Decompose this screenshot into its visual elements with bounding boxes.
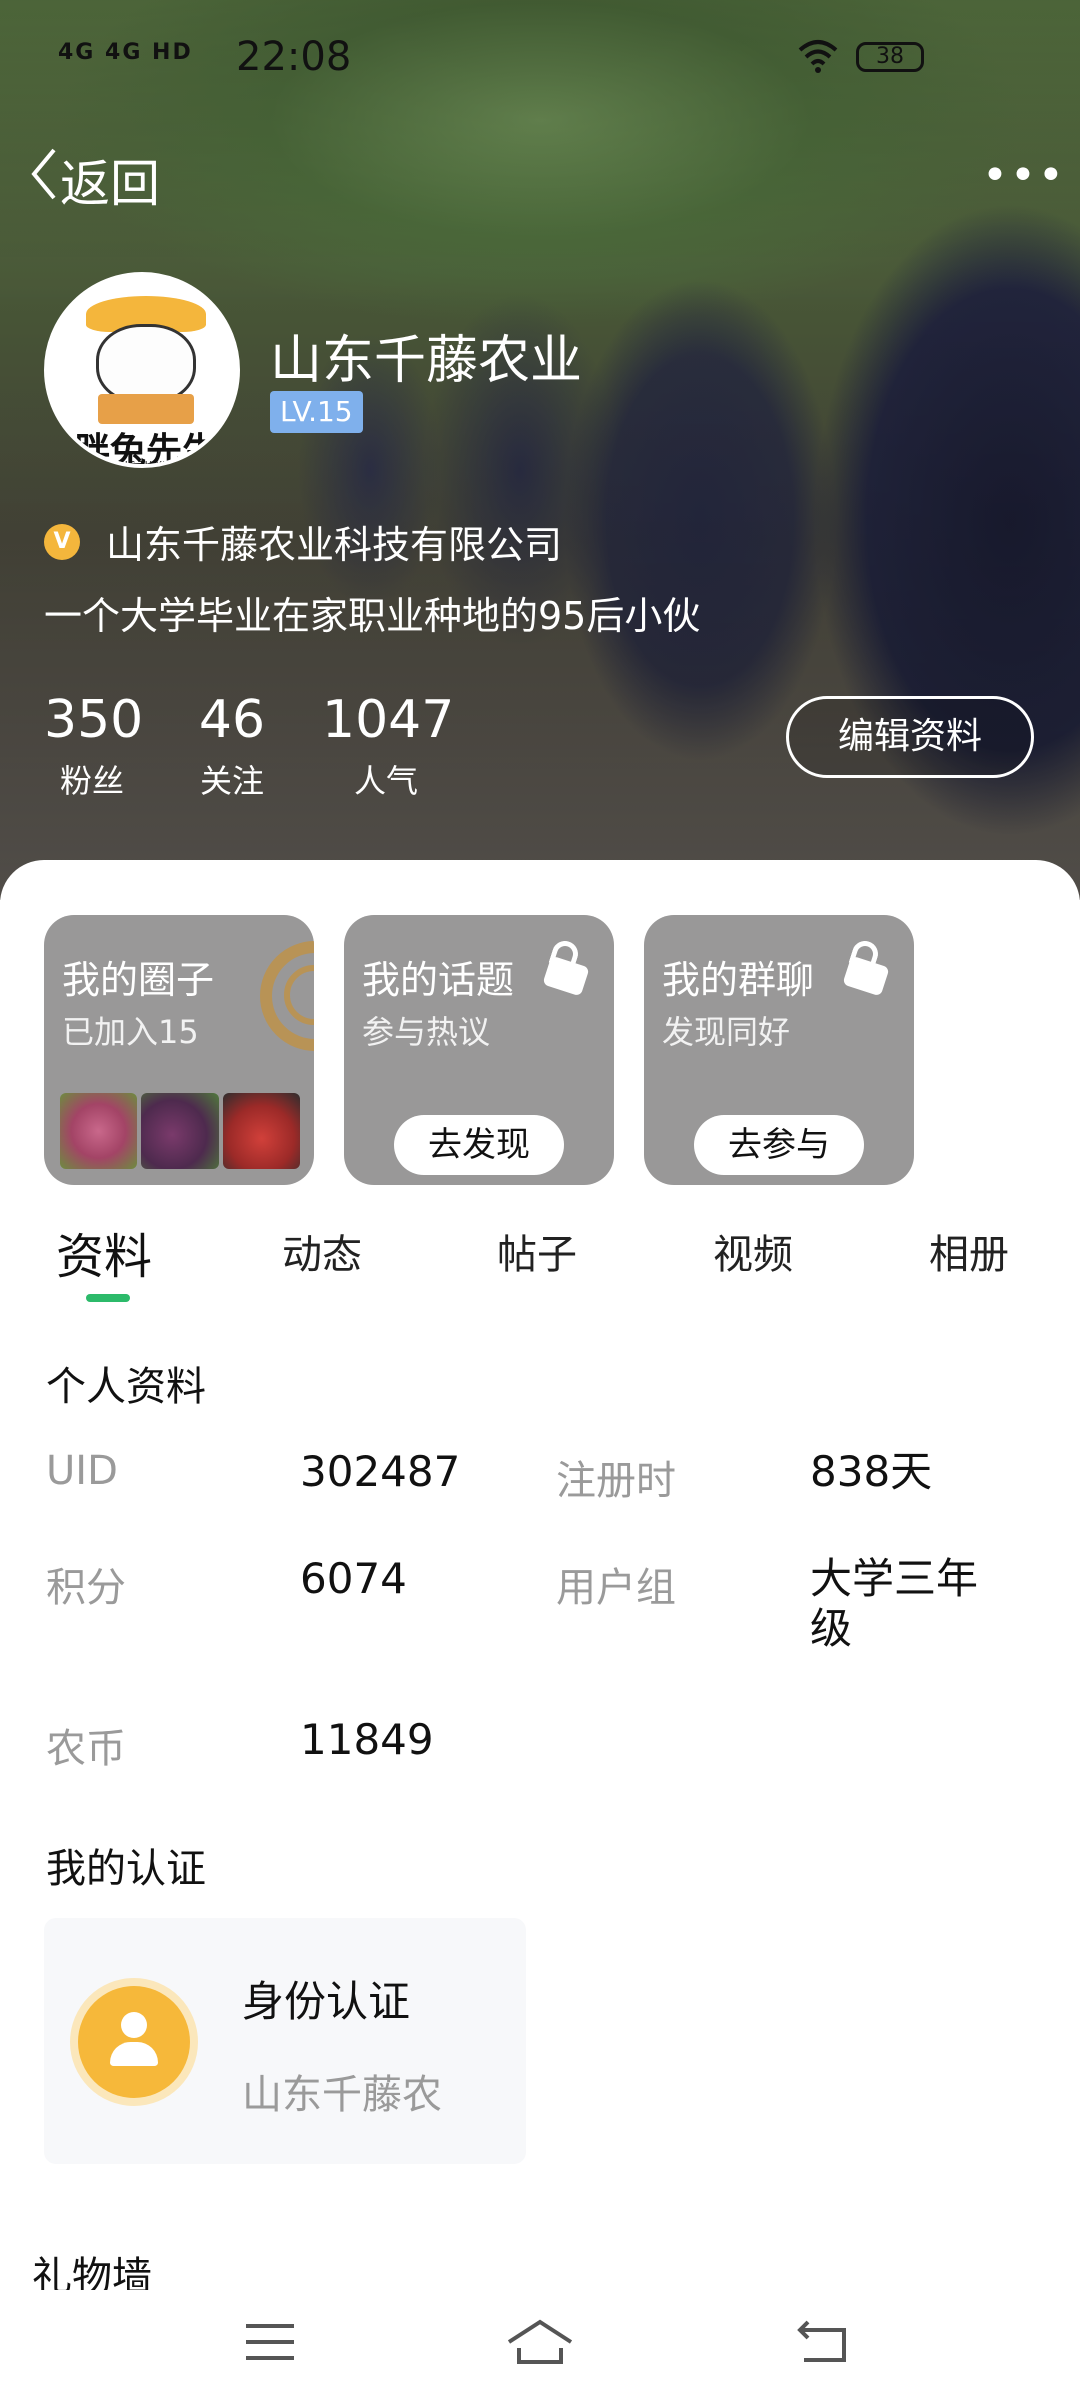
register-label: 注册时 xyxy=(556,1458,676,1504)
identity-certification-card[interactable]: 身份认证 山东千藤农 xyxy=(44,1918,526,2164)
signal-indicator: 4G 4G HD xyxy=(58,40,193,65)
home-icon[interactable] xyxy=(505,2318,575,2364)
status-bar: 4G 4G HD 22:08 38 xyxy=(0,30,1080,90)
more-options-icon[interactable]: ••• xyxy=(982,150,1066,201)
stat-following-label: 关注 xyxy=(199,762,264,800)
fruit-thumbnail[interactable] xyxy=(222,1093,300,1169)
back-label: 返回 xyxy=(60,155,160,213)
user-icon xyxy=(78,1986,190,2098)
certification-title: 我的认证 xyxy=(46,1846,206,1892)
certification-card-value: 山东千藤农 xyxy=(242,2072,442,2118)
stat-fans-label: 粉丝 xyxy=(59,762,124,800)
lock-icon xyxy=(840,937,892,997)
company-name: 山东千藤农业科技有限公司 xyxy=(106,523,563,567)
user-group-value-line1: 大学三年 xyxy=(810,1554,979,1603)
card-subtitle: 参与热议 xyxy=(362,1013,491,1051)
tab-albums[interactable]: 相册 xyxy=(929,1222,1009,1280)
battery-icon: 38 xyxy=(856,42,924,72)
level-badge: LV.15 xyxy=(270,391,363,433)
user-group-label: 用户组 xyxy=(556,1565,676,1611)
stat-following[interactable]: 46 关注 xyxy=(196,690,268,802)
personal-info-title: 个人资料 xyxy=(46,1364,206,1410)
stat-popularity-label: 人气 xyxy=(353,762,418,800)
discover-button[interactable]: 去发现 xyxy=(394,1115,564,1175)
uid-value: 302487 xyxy=(300,1447,461,1496)
stat-following-value: 46 xyxy=(198,690,266,750)
card-title: 我的圈子 xyxy=(62,958,215,1002)
avatar[interactable]: 胖兔先生 PANG TU XIAN SHENG xyxy=(44,272,240,468)
avatar-basket-shape xyxy=(98,394,194,424)
certification-card-title: 身份认证 xyxy=(242,1977,411,2026)
points-label: 积分 xyxy=(46,1565,126,1611)
edit-profile-button[interactable]: 编辑资料 xyxy=(786,696,1034,778)
lock-icon xyxy=(540,937,592,997)
stat-fans[interactable]: 350 粉丝 xyxy=(44,690,144,802)
tab-activity[interactable]: 动态 xyxy=(282,1222,362,1280)
tab-videos[interactable]: 视频 xyxy=(713,1222,793,1280)
coin-label: 农币 xyxy=(46,1726,126,1772)
card-title: 我的群聊 xyxy=(662,958,815,1002)
card-subtitle: 发现同好 xyxy=(662,1013,791,1051)
back-nav-icon[interactable] xyxy=(796,2320,850,2364)
fig-thumbnail[interactable] xyxy=(141,1093,219,1169)
wifi-icon xyxy=(796,36,840,85)
register-value: 838天 xyxy=(810,1447,933,1496)
card-title: 我的话题 xyxy=(362,958,515,1002)
company-row: V 山东千藤农业科技有限公司 xyxy=(44,514,562,569)
user-group-value-line2: 级 xyxy=(810,1604,853,1653)
status-time: 22:08 xyxy=(236,34,352,80)
grape-thumbnail[interactable] xyxy=(60,1093,138,1169)
join-button[interactable]: 去参与 xyxy=(694,1115,864,1175)
tab-posts[interactable]: 帖子 xyxy=(497,1222,577,1280)
uid-label: UID xyxy=(46,1448,118,1494)
stat-fans-value: 350 xyxy=(44,690,144,750)
avatar-rabbit-shape xyxy=(96,324,196,404)
active-tab-indicator xyxy=(86,1294,130,1302)
chevron-left-icon xyxy=(28,146,58,215)
circle-thumbnails xyxy=(60,1093,300,1169)
stat-popularity[interactable]: 1047 人气 xyxy=(322,690,455,802)
coin-value: 11849 xyxy=(300,1715,434,1764)
system-nav-bar xyxy=(0,2290,1080,2408)
profile-bio: 一个大学毕业在家职业种地的95后小伙 xyxy=(44,594,701,638)
back-button[interactable]: 返回 xyxy=(28,146,160,215)
verified-icon: V xyxy=(44,523,80,560)
card-my-topics[interactable]: 我的话题 参与热议 去发现 xyxy=(344,915,614,1185)
menu-icon[interactable] xyxy=(246,2324,294,2372)
tab-profile[interactable]: 资料 xyxy=(56,1217,152,1287)
profile-name: 山东千藤农业 xyxy=(270,331,583,391)
card-my-circles[interactable]: 我的圈子 已加入15 xyxy=(44,915,314,1185)
stat-popularity-value: 1047 xyxy=(322,690,455,750)
card-my-groups[interactable]: 我的群聊 发现同好 去参与 xyxy=(644,915,914,1185)
card-subtitle: 已加入15 xyxy=(62,1013,199,1051)
points-value: 6074 xyxy=(300,1554,407,1603)
